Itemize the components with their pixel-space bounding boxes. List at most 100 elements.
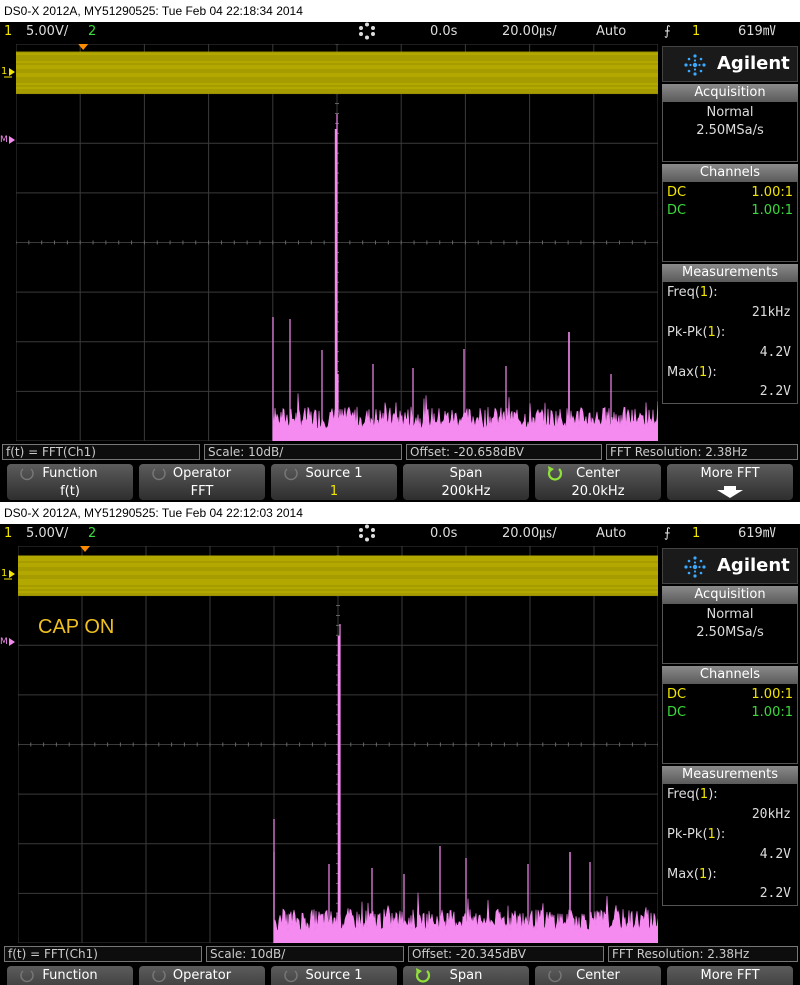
ch2-number[interactable]: 2 <box>88 524 96 544</box>
operator-softkey[interactable]: Operator <box>139 966 265 985</box>
ch1-probe: 1.00:1 <box>751 687 793 702</box>
ch1-noise <box>16 51 658 93</box>
more-fft-softkey[interactable]: More FFT <box>667 966 793 985</box>
softkey-bar: Function Operator Source 1 Span Center M… <box>0 964 800 985</box>
math-offset: Offset: -20.345dBV <box>408 946 604 962</box>
ch2-coupling: DC <box>667 203 687 218</box>
svg-text:1: 1 <box>1 66 7 77</box>
center-softkey[interactable]: Center 20.0kHz <box>535 464 661 500</box>
operator-softkey[interactable]: Operator FFT <box>139 464 265 500</box>
svg-text:1: 1 <box>1 568 7 579</box>
function-softkey[interactable]: Function <box>7 966 133 985</box>
source-softkey[interactable]: Source 1 <box>271 966 397 985</box>
meas-max-label: Max(1): <box>667 867 717 882</box>
brand-name: Agilent <box>717 555 790 576</box>
channels-header: Channels <box>662 666 798 684</box>
channel-row-2: DC 1.00:1 <box>667 202 793 220</box>
horizontal-delay[interactable]: 0.0s <box>430 524 457 544</box>
meas-freq-value: 20kHz <box>751 807 791 822</box>
more-fft-softkey[interactable]: More FFT <box>667 464 793 500</box>
span-softkey[interactable]: Span <box>403 966 529 985</box>
horizontal-delay[interactable]: 0.0s <box>430 22 457 42</box>
ch2-probe: 1.00:1 <box>751 705 793 720</box>
acq-rate: 2.50MSa/s <box>696 625 764 640</box>
brand-logo: Agilent <box>662 46 798 82</box>
submenu-arrow-icon <box>717 486 743 498</box>
meas-pkpk-value: 4.2V <box>759 847 791 862</box>
math-scale: Scale: 10dB/ <box>204 444 402 460</box>
channel-row-1: DC 1.00:1 <box>667 184 793 202</box>
trigger-source[interactable]: 1 <box>692 524 700 544</box>
channels-box[interactable]: DC 1.00:1 DC 1.00:1 <box>662 684 798 764</box>
brand-logo: Agilent <box>662 548 798 584</box>
measurements-box[interactable]: Freq(1): 21kHz Pk-Pk(1): 4.2V Max(1): 2.… <box>662 282 798 404</box>
ch1-probe: 1.00:1 <box>751 185 793 200</box>
fft-resolution: FFT Resolution: 2.38Hz <box>608 946 798 962</box>
waveform-grid <box>18 546 658 943</box>
measurements-box[interactable]: Freq(1): 20kHz Pk-Pk(1): 4.2V Max(1): 2.… <box>662 784 798 906</box>
channel-row-2: DC 1.00:1 <box>667 704 793 722</box>
function-softkey[interactable]: Function f(t) <box>7 464 133 500</box>
math-info-bar: f(t) = FFT(Ch1) Scale: 10dB/ Offset: -20… <box>0 945 800 963</box>
file-title: DS0-X 2012A, MY51290525: Tue Feb 04 22:1… <box>0 502 800 524</box>
ch1-scale[interactable]: 5.00V/ <box>26 22 68 42</box>
scope-screenshot-1: DS0-X 2012A, MY51290525: Tue Feb 04 22:1… <box>0 0 800 502</box>
meas-max-value: 2.2V <box>759 886 791 901</box>
status-bar: 1 5.00V/ 2 0.0s 20.00㎲/ Auto ⨍ 1 619㎷ <box>0 524 800 544</box>
annotation-cap-on: CAP ON <box>38 616 115 638</box>
center-softkey[interactable]: Center <box>535 966 661 985</box>
acquisition-box[interactable]: Normal 2.50MSa/s <box>662 102 798 162</box>
trigger-level[interactable]: 619㎷ <box>738 524 776 544</box>
source-softkey[interactable]: Source 11 <box>271 464 397 500</box>
fft-resolution: FFT Resolution: 2.38Hz <box>606 444 798 460</box>
ch1-coupling: DC <box>667 185 687 200</box>
meas-max-label: Max(1): <box>667 365 717 380</box>
ch2-probe: 1.00:1 <box>751 203 793 218</box>
acq-mode: Normal <box>706 607 754 622</box>
span-softkey[interactable]: Span 200kHz <box>403 464 529 500</box>
svg-text:M: M <box>0 135 8 145</box>
meas-pkpk-label: Pk-Pk(1): <box>667 325 726 340</box>
measurements-header: Measurements <box>662 264 798 282</box>
math-function: f(t) = FFT(Ch1) <box>2 444 200 460</box>
svg-text:M: M <box>0 637 8 647</box>
channel-markers: 1 M <box>0 546 16 943</box>
meas-freq-label: Freq(1): <box>667 285 718 300</box>
waveform-display[interactable] <box>18 546 658 943</box>
meas-max-value: 2.2V <box>759 384 791 399</box>
status-bar: 1 5.00V/ 2 0.0s 20.00㎲/ Auto ⨍ 1 619㎷ <box>0 22 800 42</box>
channel-markers: 1 M <box>0 44 16 441</box>
brand-name: Agilent <box>717 53 790 74</box>
channel-row-1: DC 1.00:1 <box>667 686 793 704</box>
acquisition-box[interactable]: Normal 2.50MSa/s <box>662 604 798 664</box>
trigger-edge-icon: ⨍ <box>664 526 671 541</box>
ch1-coupling: DC <box>667 687 687 702</box>
measurements-header: Measurements <box>662 766 798 784</box>
ch1-number[interactable]: 1 <box>4 22 12 42</box>
trigger-level[interactable]: 619㎷ <box>738 22 776 42</box>
scope-screenshot-2: DS0-X 2012A, MY51290525: Tue Feb 04 22:1… <box>0 502 800 985</box>
softkey-bar: Function f(t) Operator FFT Source 11 Span 2… <box>0 462 800 502</box>
timebase[interactable]: 20.00㎲/ <box>502 22 557 42</box>
trigger-source[interactable]: 1 <box>692 22 700 42</box>
meas-pkpk-value: 4.2V <box>759 345 791 360</box>
math-offset: Offset: -20.658dBV <box>406 444 602 460</box>
ch1-number[interactable]: 1 <box>4 524 12 544</box>
acquisition-header: Acquisition <box>662 586 798 604</box>
timebase[interactable]: 20.00㎲/ <box>502 524 557 544</box>
side-panel: Agilent Acquisition Normal 2.50MSa/s Cha… <box>660 546 800 943</box>
trigger-mode[interactable]: Auto <box>596 524 626 544</box>
channels-header: Channels <box>662 164 798 182</box>
waveform-grid <box>16 44 658 441</box>
waveform-display[interactable] <box>16 44 658 441</box>
file-title: DS0-X 2012A, MY51290525: Tue Feb 04 22:1… <box>0 0 800 22</box>
channels-box[interactable]: DC 1.00:1 DC 1.00:1 <box>662 182 798 262</box>
trigger-mode[interactable]: Auto <box>596 22 626 42</box>
meas-freq-value: 21kHz <box>751 305 791 320</box>
math-info-bar: f(t) = FFT(Ch1) Scale: 10dB/ Offset: -20… <box>0 443 800 461</box>
ch2-number[interactable]: 2 <box>88 22 96 42</box>
acquisition-header: Acquisition <box>662 84 798 102</box>
meas-pkpk-label: Pk-Pk(1): <box>667 827 726 842</box>
ch1-scale[interactable]: 5.00V/ <box>26 524 68 544</box>
math-scale: Scale: 10dB/ <box>206 946 404 962</box>
